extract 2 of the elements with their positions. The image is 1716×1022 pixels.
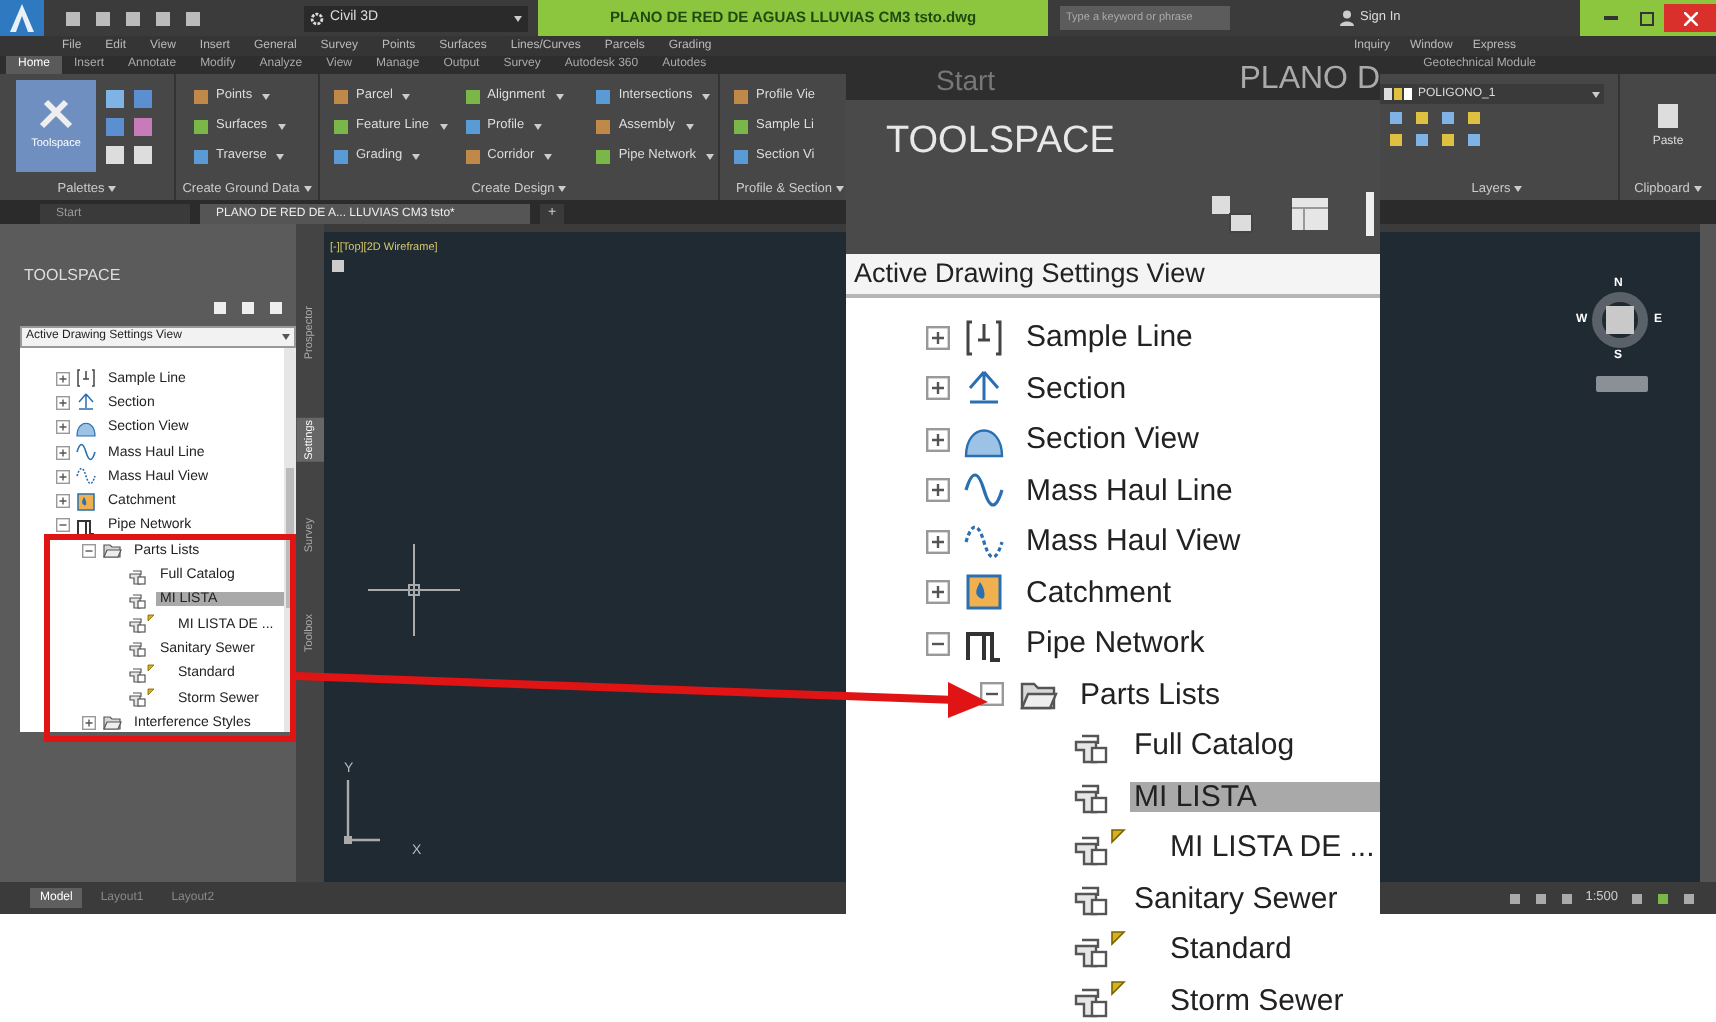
panel-title: TOOLSPACE bbox=[24, 264, 123, 288]
panel-title: TOOLSPACE bbox=[886, 118, 1117, 166]
